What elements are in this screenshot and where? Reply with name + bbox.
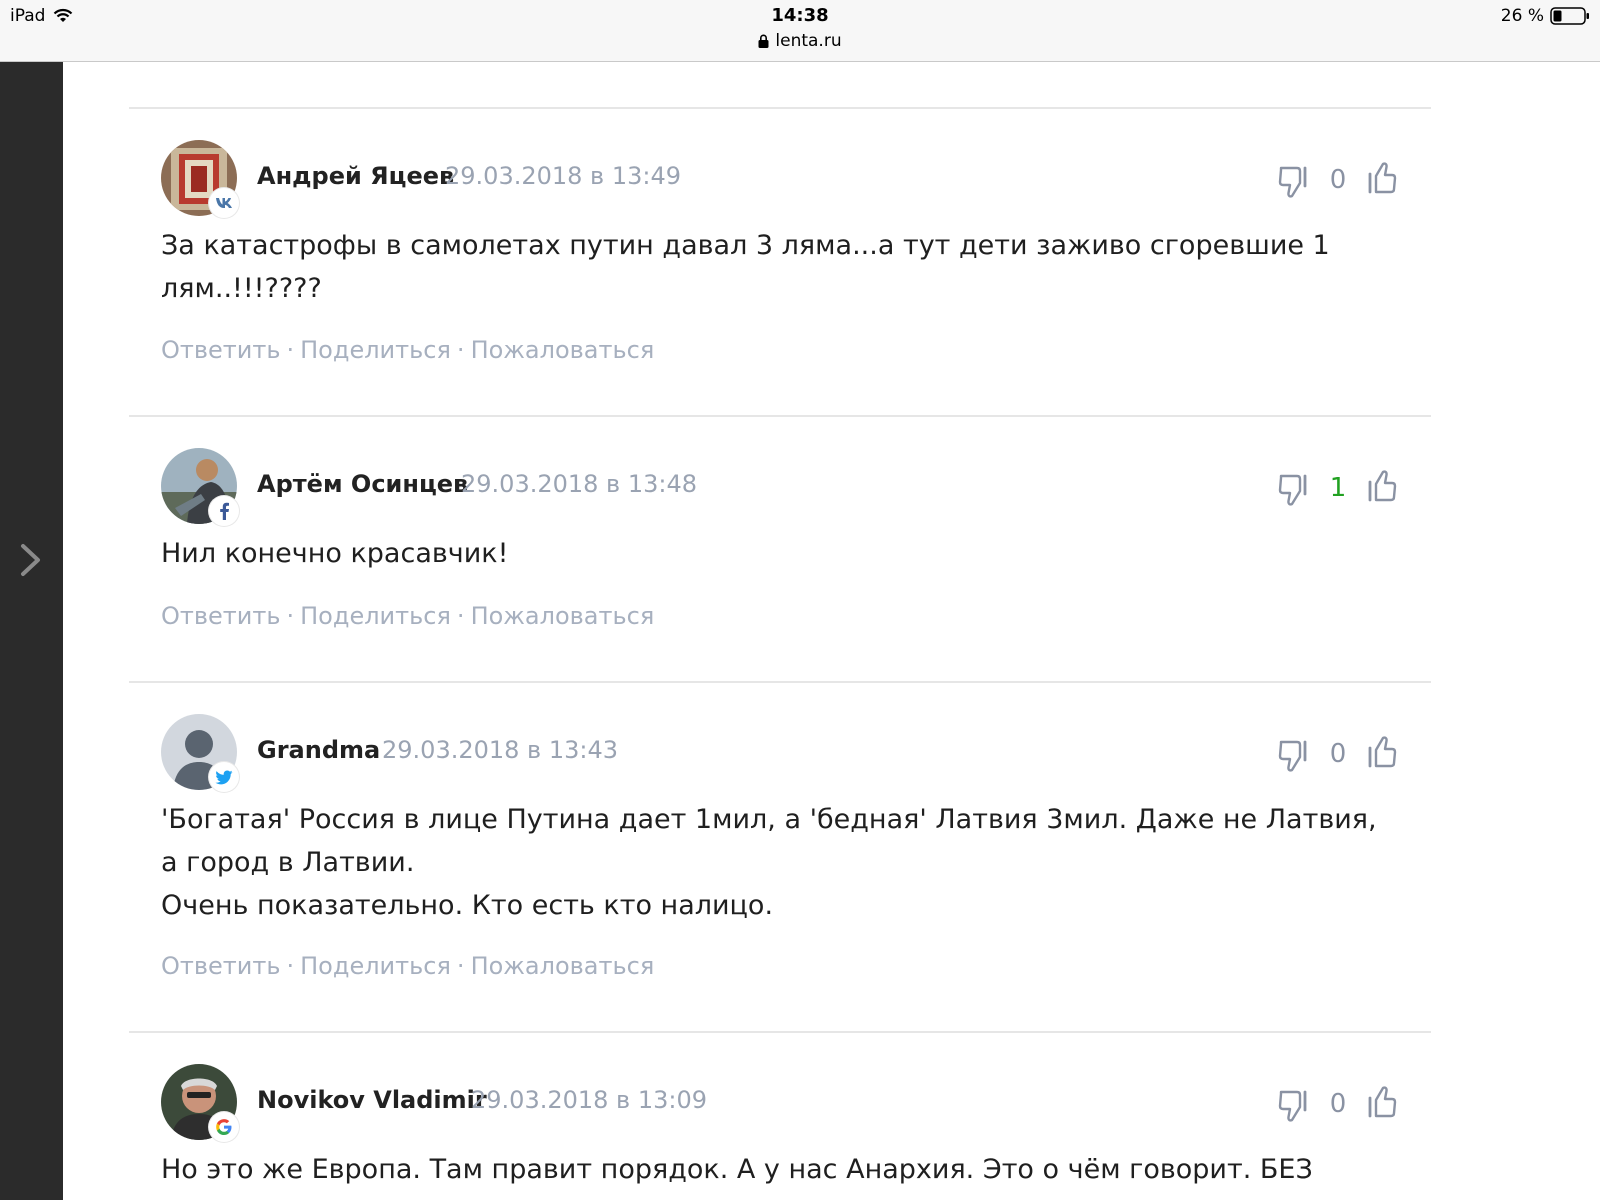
thumbs-down-icon[interactable] — [1277, 160, 1313, 200]
comment-votes: 0 — [1277, 1084, 1399, 1124]
address-bar[interactable]: lenta.ru — [0, 31, 1600, 51]
side-panel-rail — [0, 62, 63, 1200]
avatar-wrap[interactable] — [161, 1064, 239, 1142]
google-icon — [209, 1112, 239, 1142]
comment-actions: Ответить · Поделиться · Пожаловаться — [161, 602, 655, 630]
comment-date: 29.03.2018 в 13:43 — [382, 736, 618, 764]
rating-count: 1 — [1329, 473, 1347, 503]
comment-item: Артём Осинцев 29.03.2018 в 13:48 1 Нил к… — [129, 448, 1431, 678]
reply-link[interactable]: Ответить — [161, 952, 280, 980]
twitter-icon — [209, 762, 239, 792]
divider — [129, 681, 1431, 683]
thumbs-up-icon[interactable] — [1363, 468, 1399, 508]
rating-count: 0 — [1329, 739, 1347, 769]
comment-date: 29.03.2018 в 13:49 — [445, 162, 681, 190]
comment-votes: 0 — [1277, 734, 1399, 774]
comment-author[interactable]: Андрей Яцеев — [257, 162, 454, 190]
avatar-wrap[interactable] — [161, 448, 239, 526]
thumbs-down-icon[interactable] — [1277, 1084, 1313, 1124]
comment-item: Novikov Vladimir 29.03.2018 в 13:09 0 Но… — [129, 1064, 1431, 1200]
avatar-wrap[interactable] — [161, 140, 239, 218]
comment-date: 29.03.2018 в 13:48 — [461, 470, 697, 498]
reply-link[interactable]: Ответить — [161, 602, 280, 630]
divider — [129, 107, 1431, 109]
url-text: lenta.ru — [775, 31, 842, 51]
comment-votes: 0 — [1277, 160, 1399, 200]
reply-link[interactable]: Ответить — [161, 336, 280, 364]
comment-votes: 1 — [1277, 468, 1399, 508]
thumbs-up-icon[interactable] — [1363, 1084, 1399, 1124]
thumbs-down-icon[interactable] — [1277, 468, 1313, 508]
thumbs-up-icon[interactable] — [1363, 734, 1399, 774]
battery-indicator: 26 % — [1501, 6, 1590, 26]
battery-percent: 26 % — [1500, 6, 1544, 26]
facebook-icon — [209, 496, 239, 526]
vk-icon — [209, 188, 239, 218]
comment-item: Grandma 29.03.2018 в 13:43 0 'Богатая' Р… — [129, 714, 1431, 1024]
report-link[interactable]: Пожаловаться — [471, 602, 655, 630]
share-link[interactable]: Поделиться — [300, 602, 451, 630]
comments-feed: Андрей Яцеев 29.03.2018 в 13:49 0 За кат… — [63, 62, 1600, 1200]
comment-author[interactable]: Артём Осинцев — [257, 470, 468, 498]
avatar-wrap[interactable] — [161, 714, 239, 792]
comment-text: Но это же Европа. Там правит порядок. А … — [161, 1154, 1313, 1185]
comment-text: 'Богатая' Россия в лице Путина дает 1мил… — [161, 804, 1377, 921]
comment-actions: Ответить · Поделиться · Пожаловаться — [161, 952, 655, 980]
rating-count: 0 — [1329, 1089, 1347, 1119]
thumbs-up-icon[interactable] — [1363, 160, 1399, 200]
report-link[interactable]: Пожаловаться — [471, 952, 655, 980]
comment-item: Андрей Яцеев 29.03.2018 в 13:49 0 За кат… — [129, 140, 1431, 410]
status-bar: iPad 14:38 lenta.ru 26 % — [0, 0, 1600, 62]
share-link[interactable]: Поделиться — [300, 336, 451, 364]
comment-actions: Ответить · Поделиться · Пожаловаться — [161, 336, 655, 364]
comment-text: За катастрофы в самолетах путин давал 3 … — [161, 230, 1330, 304]
rating-count: 0 — [1329, 165, 1347, 195]
lock-icon — [758, 34, 769, 48]
divider — [129, 1031, 1431, 1033]
divider — [129, 415, 1431, 417]
report-link[interactable]: Пожаловаться — [471, 336, 655, 364]
comment-author[interactable]: Novikov Vladimir — [257, 1086, 487, 1114]
comment-date: 29.03.2018 в 13:09 — [471, 1086, 707, 1114]
thumbs-down-icon[interactable] — [1277, 734, 1313, 774]
battery-icon — [1550, 7, 1589, 25]
clock: 14:38 — [771, 5, 829, 26]
comment-text: Нил конечно красавчик! — [161, 538, 509, 569]
comment-author[interactable]: Grandma — [257, 736, 380, 764]
share-link[interactable]: Поделиться — [300, 952, 451, 980]
chevron-right-icon[interactable] — [18, 540, 44, 580]
